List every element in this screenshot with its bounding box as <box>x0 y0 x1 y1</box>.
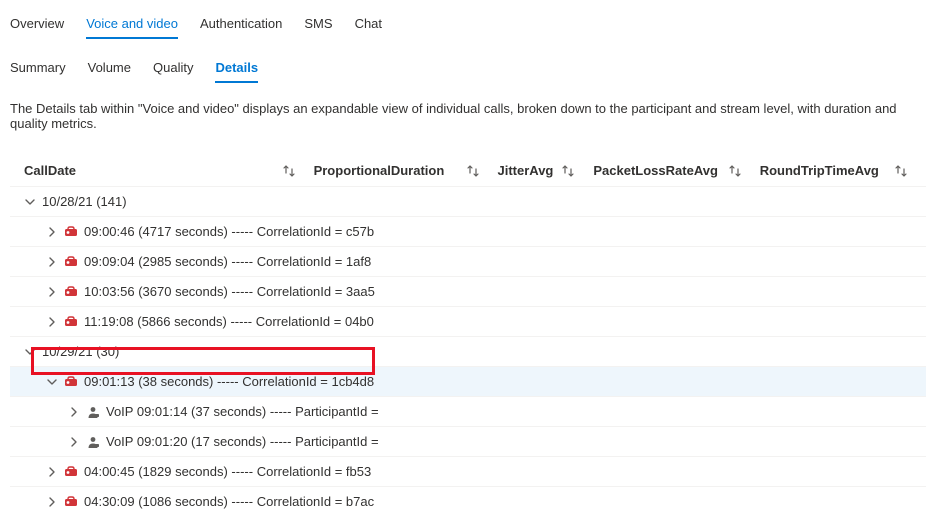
sort-icon <box>894 164 908 178</box>
page-container: Overview Voice and video Authentication … <box>10 10 926 516</box>
table-body: 10/28/21 (141) 09:00:46 (4717 seconds) --… <box>10 186 926 516</box>
tab-overview[interactable]: Overview <box>10 10 64 39</box>
phone-icon <box>64 375 78 389</box>
sort-icon <box>561 164 575 178</box>
row-label: 09:09:04 (2985 seconds) ----- Correlatio… <box>84 254 371 269</box>
table-header: CallDate ProportionalDuration JitterAvg … <box>10 155 926 186</box>
participant-icon <box>86 405 100 419</box>
table-row[interactable]: 10/29/21 (30) <box>10 336 926 366</box>
tab-chat[interactable]: Chat <box>355 10 382 39</box>
subtab-quality[interactable]: Quality <box>153 54 193 83</box>
main-tabs: Overview Voice and video Authentication … <box>10 10 926 40</box>
sub-tabs: Summary Volume Quality Details <box>10 54 926 83</box>
table-row[interactable]: VoIP 09:01:14 (37 seconds) ----- Partici… <box>10 396 926 426</box>
chevron-down-icon[interactable] <box>46 376 58 388</box>
sort-icon <box>728 164 742 178</box>
phone-icon <box>64 315 78 329</box>
column-label: RoundTripTimeAvg <box>760 163 879 178</box>
subtab-summary[interactable]: Summary <box>10 54 66 83</box>
phone-icon <box>64 225 78 239</box>
row-label: 09:00:46 (4717 seconds) ----- Correlatio… <box>84 224 374 239</box>
phone-icon <box>64 285 78 299</box>
table-row[interactable]: 09:09:04 (2985 seconds) ----- Correlatio… <box>10 246 926 276</box>
chevron-right-icon[interactable] <box>46 496 58 508</box>
description-text: The Details tab within "Voice and video"… <box>10 101 926 131</box>
column-label: CallDate <box>24 163 76 178</box>
table-row[interactable]: 04:00:45 (1829 seconds) ----- Correlatio… <box>10 456 926 486</box>
chevron-down-icon[interactable] <box>24 346 36 358</box>
participant-icon <box>86 435 100 449</box>
column-roundtriptimeavg[interactable]: RoundTripTimeAvg <box>760 163 926 178</box>
sort-icon <box>466 164 480 178</box>
phone-icon <box>64 465 78 479</box>
phone-icon <box>64 255 78 269</box>
column-jitteravg[interactable]: JitterAvg <box>498 163 594 178</box>
sort-icon <box>282 164 296 178</box>
table-row[interactable]: 11:19:08 (5866 seconds) ----- Correlatio… <box>10 306 926 336</box>
tab-voice-and-video[interactable]: Voice and video <box>86 10 178 39</box>
table-row[interactable]: 10/28/21 (141) <box>10 186 926 216</box>
row-label: 11:19:08 (5866 seconds) ----- Correlatio… <box>84 314 374 329</box>
subtab-volume[interactable]: Volume <box>88 54 131 83</box>
column-label: PacketLossRateAvg <box>593 163 718 178</box>
row-label: 04:30:09 (1086 seconds) ----- Correlatio… <box>84 494 374 509</box>
chevron-right-icon[interactable] <box>46 286 58 298</box>
chevron-right-icon[interactable] <box>68 406 80 418</box>
tab-authentication[interactable]: Authentication <box>200 10 282 39</box>
column-label: ProportionalDuration <box>314 163 445 178</box>
chevron-right-icon[interactable] <box>68 436 80 448</box>
table-row[interactable]: 10:03:56 (3670 seconds) ----- Correlatio… <box>10 276 926 306</box>
row-label: 04:00:45 (1829 seconds) ----- Correlatio… <box>84 464 371 479</box>
tab-sms[interactable]: SMS <box>304 10 332 39</box>
chevron-right-icon[interactable] <box>46 316 58 328</box>
column-calldate[interactable]: CallDate <box>24 163 314 178</box>
column-packetlossrateavg[interactable]: PacketLossRateAvg <box>593 163 759 178</box>
chevron-right-icon[interactable] <box>46 256 58 268</box>
row-label: 10/29/21 (30) <box>42 344 119 359</box>
row-label: 10/28/21 (141) <box>42 194 127 209</box>
table-row[interactable]: 04:30:09 (1086 seconds) ----- Correlatio… <box>10 486 926 516</box>
phone-icon <box>64 495 78 509</box>
column-label: JitterAvg <box>498 163 554 178</box>
chevron-down-icon[interactable] <box>24 196 36 208</box>
chevron-right-icon[interactable] <box>46 226 58 238</box>
table-row[interactable]: 09:01:13 (38 seconds) ----- CorrelationI… <box>10 366 926 396</box>
column-proportionalduration[interactable]: ProportionalDuration <box>314 163 498 178</box>
row-label: 09:01:13 (38 seconds) ----- CorrelationI… <box>84 374 374 389</box>
table-row[interactable]: 09:00:46 (4717 seconds) ----- Correlatio… <box>10 216 926 246</box>
row-label: VoIP 09:01:14 (37 seconds) ----- Partici… <box>106 404 379 419</box>
row-label: VoIP 09:01:20 (17 seconds) ----- Partici… <box>106 434 379 449</box>
row-label: 10:03:56 (3670 seconds) ----- Correlatio… <box>84 284 375 299</box>
chevron-right-icon[interactable] <box>46 466 58 478</box>
table-row[interactable]: VoIP 09:01:20 (17 seconds) ----- Partici… <box>10 426 926 456</box>
subtab-details[interactable]: Details <box>215 54 258 83</box>
